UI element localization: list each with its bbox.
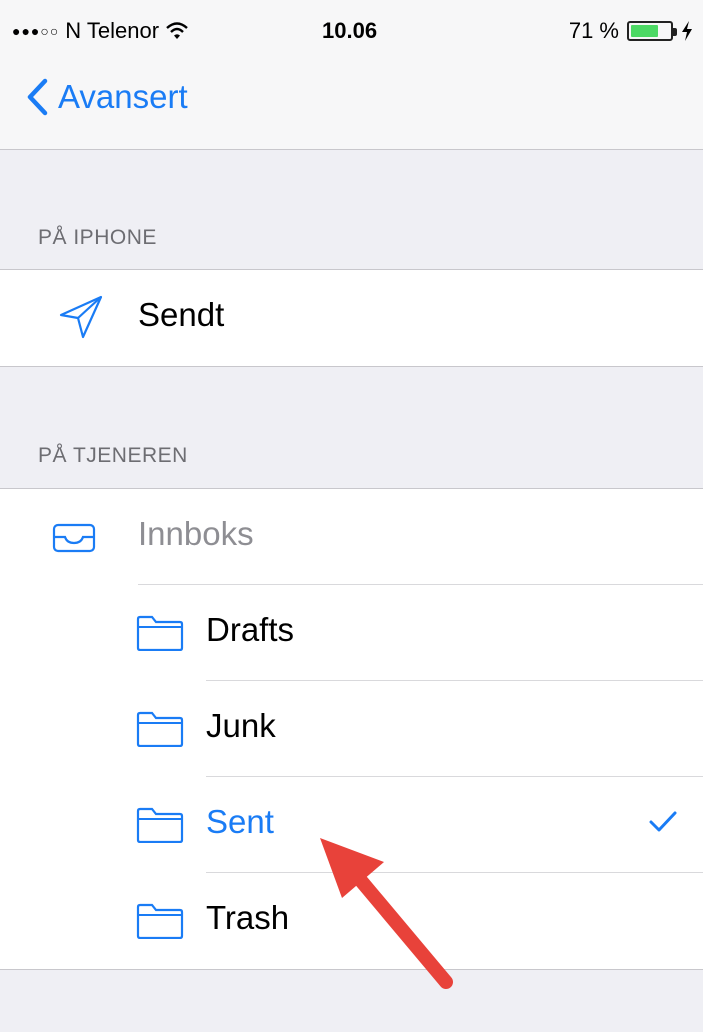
carrier-name: N Telenor — [65, 18, 160, 43]
back-button[interactable]: Avansert — [26, 78, 188, 116]
mailbox-row-innboks: Innboks — [0, 489, 703, 585]
mailbox-label: Junk — [206, 707, 276, 744]
paper-plane-icon — [59, 295, 103, 339]
inbox-tray-icon — [52, 523, 96, 553]
battery-percent: 71 % — [568, 18, 619, 43]
signal-strength-icon: ●●●○○ — [12, 23, 60, 39]
mailbox-label: Sendt — [138, 296, 225, 333]
server-mailbox-group: Innboks Drafts Junk Sent Trash — [0, 488, 703, 970]
mailbox-label: Drafts — [206, 611, 295, 648]
mailbox-label: Trash — [206, 899, 290, 936]
wifi-icon — [166, 22, 188, 39]
battery-nub — [673, 28, 677, 36]
section-header-on-server: PÅ TJENEREN — [38, 444, 188, 467]
iphone-mailbox-group: Sendt — [0, 269, 703, 367]
navigation-bar: Avansert — [0, 48, 703, 150]
mailbox-row-sent[interactable]: Sent — [0, 777, 703, 873]
battery-icon — [627, 21, 677, 41]
folder-icon — [136, 711, 184, 747]
bolt-icon — [682, 21, 692, 41]
mailbox-row-sendt[interactable]: Sendt — [0, 270, 703, 366]
section-header-on-iphone: PÅ IPHONE — [38, 226, 157, 249]
folder-icon — [136, 903, 184, 939]
mailbox-row-trash[interactable]: Trash — [0, 873, 703, 969]
battery-fill — [631, 25, 658, 37]
folder-icon — [136, 615, 184, 651]
mailbox-row-junk[interactable]: Junk — [0, 681, 703, 777]
status-left: ●●●○○ N Telenor — [12, 18, 189, 44]
status-right: 71 % — [569, 18, 693, 44]
status-bar: ●●●○○ N Telenor 10.06 71 % — [0, 0, 703, 48]
chevron-left-icon — [27, 78, 48, 116]
folder-icon — [136, 807, 184, 843]
mailbox-label: Innboks — [138, 515, 254, 552]
mailbox-label: Sent — [206, 803, 274, 840]
clock: 10.06 — [322, 18, 378, 43]
checkmark-icon — [649, 811, 677, 832]
back-button-label: Avansert — [58, 78, 188, 115]
mailbox-row-drafts[interactable]: Drafts — [0, 585, 703, 681]
